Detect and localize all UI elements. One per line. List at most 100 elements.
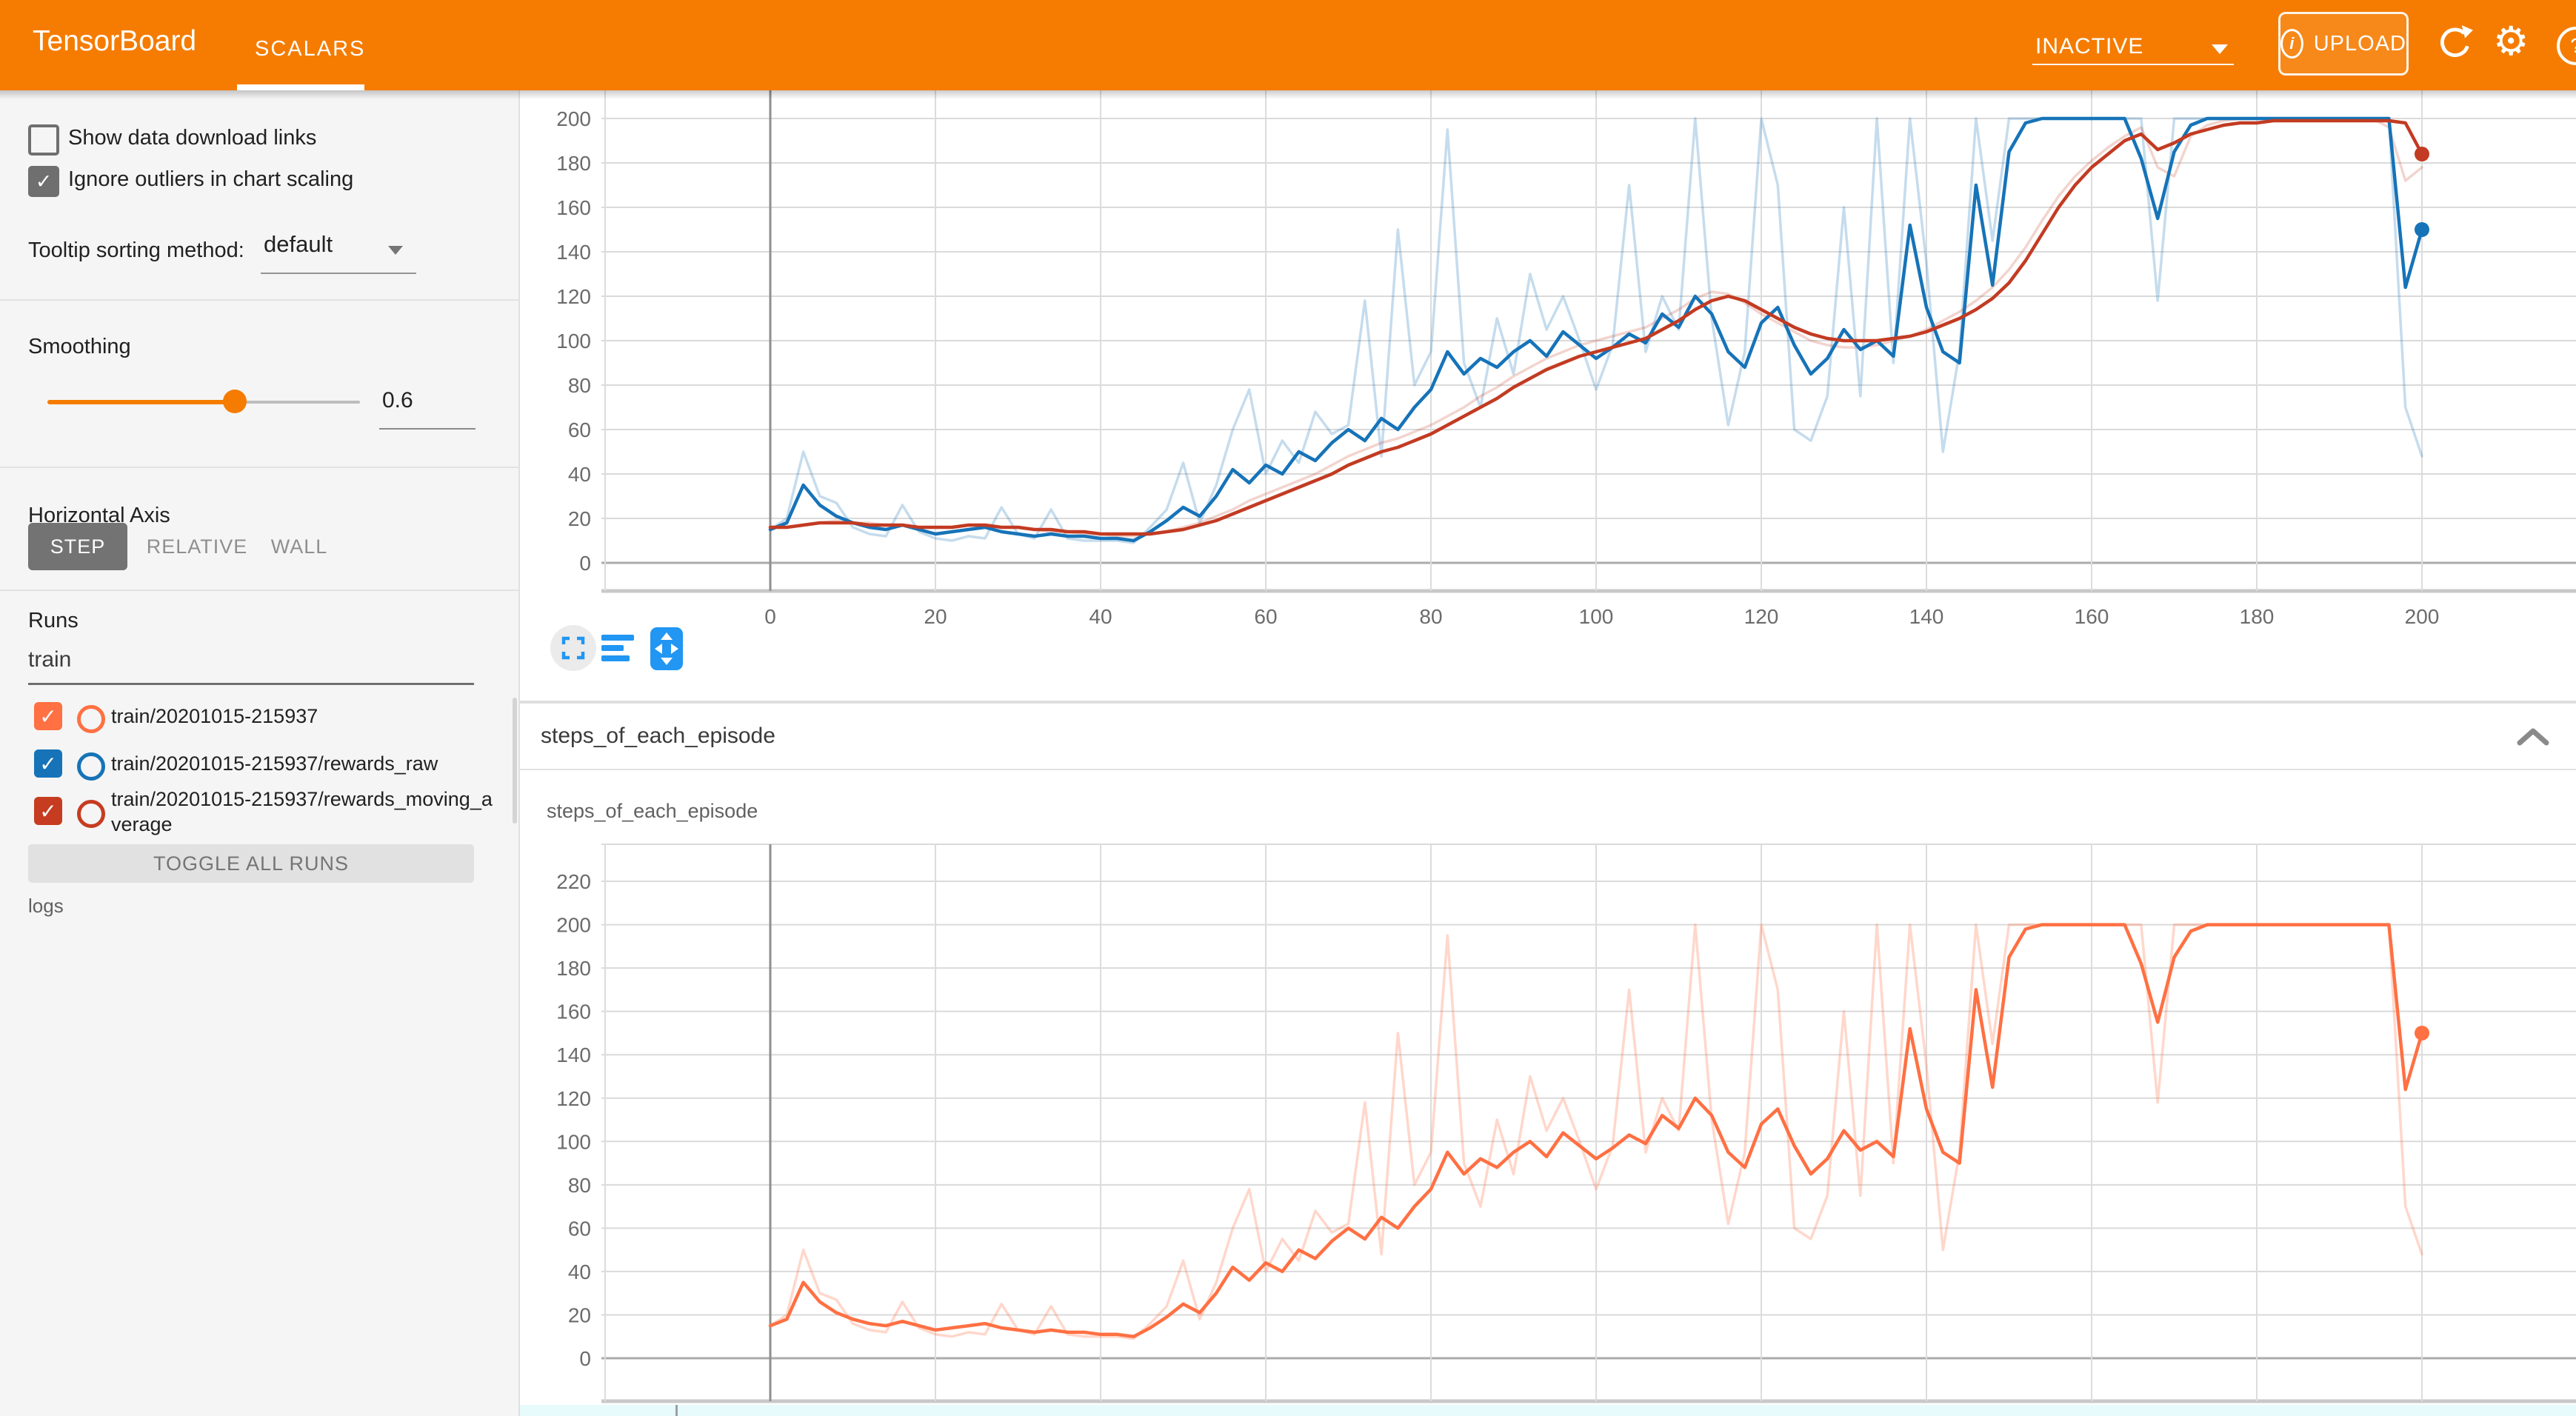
dropdown-caret-icon — [2212, 44, 2228, 54]
chevron-up-icon — [2517, 727, 2549, 746]
run-checkbox[interactable]: ✓ — [34, 749, 62, 778]
y-tick-label: 40 — [568, 463, 591, 486]
y-tick-label: 40 — [568, 1260, 591, 1283]
tooltip-sorting-label: Tooltip sorting method: — [28, 236, 244, 265]
settings-gear-icon[interactable]: ⚙ — [2493, 19, 2529, 64]
y-tick-label: 100 — [556, 1130, 591, 1153]
y-tick-label: 200 — [556, 914, 591, 937]
x-tick-label: 160 — [2075, 605, 2109, 628]
runs-label: Runs — [28, 606, 79, 635]
y-tick-label: 20 — [568, 1303, 591, 1326]
y-tick-label: 180 — [556, 957, 591, 980]
toggle-all-runs-button[interactable]: TOGGLE ALL RUNS — [28, 844, 474, 883]
x-tick-label: 200 — [2405, 605, 2440, 628]
dropdown-underline — [261, 273, 416, 274]
y-tick-label: 20 — [568, 507, 591, 530]
smoothing-label: Smoothing — [28, 332, 131, 361]
bars-icon — [601, 634, 635, 664]
status-underline — [2032, 64, 2234, 65]
run-label: train/20201015-215937/rewards_raw — [111, 751, 493, 776]
run-checkbox[interactable]: ✓ — [34, 797, 62, 825]
y-tick-label: 120 — [556, 285, 591, 308]
smoothing-value-underline — [379, 428, 476, 430]
y-tick-label: 0 — [579, 552, 591, 575]
x-tick-label: 140 — [1909, 605, 1944, 628]
sidebar-scrollbar[interactable] — [513, 698, 517, 824]
run-filter-input[interactable]: train — [28, 647, 71, 672]
chart-action-bars-button[interactable] — [601, 634, 635, 667]
info-icon: i — [2280, 29, 2303, 59]
divider — [0, 590, 518, 591]
app-title: TensorBoard — [33, 25, 196, 58]
smoothing-slider-thumb[interactable] — [223, 390, 247, 413]
tab-scalars[interactable]: SCALARS — [255, 37, 365, 61]
endpoint-dot — [2415, 1026, 2429, 1041]
y-tick-label: 140 — [556, 241, 591, 264]
y-tick-label: 100 — [556, 330, 591, 353]
axis-option-relative[interactable]: RELATIVE — [145, 523, 249, 570]
checkbox-label: Ignore outliers in chart scaling — [68, 164, 353, 194]
divider — [0, 467, 518, 468]
y-tick-label: 60 — [568, 1217, 591, 1240]
smoothing-value-input[interactable]: 0.6 — [382, 388, 413, 413]
x-tick-label: 80 — [1419, 605, 1442, 628]
run-color-radio[interactable] — [77, 752, 105, 781]
help-icon[interactable]: ? — [2557, 27, 2576, 65]
x-tick-label: 40 — [1089, 605, 1112, 628]
fullscreen-icon — [550, 625, 596, 671]
tensorboard-app: 0204060801001201401601802000204060801001… — [0, 0, 2576, 1416]
y-tick-label: 200 — [556, 107, 591, 130]
y-tick-label: 120 — [556, 1087, 591, 1110]
steps-of-each-episode-chart[interactable]: 0 20 40 60 80 100 120 140 160 180 200 220 — [518, 772, 2576, 1407]
y-tick-label: 160 — [556, 1001, 591, 1023]
scalars-chart-top[interactable]: 0 20 40 60 80 100 120 140 160 180 200 0 20 40 60 80 100 1… — [518, 80, 2576, 705]
y-tick-label: 140 — [556, 1043, 591, 1066]
y-tick-label: 220 — [556, 870, 591, 893]
x-tick-label: 180 — [2240, 605, 2275, 628]
section-header-border — [518, 769, 2576, 770]
x-tick-label: 120 — [1744, 605, 1779, 628]
tooltip-sorting-dropdown[interactable]: default — [264, 231, 333, 258]
x-tick-label: 0 — [764, 605, 776, 628]
endpoint-dot — [2415, 147, 2429, 161]
y-tick-label: 0 — [579, 1347, 591, 1370]
chart-action-expand-button[interactable] — [550, 625, 596, 671]
header-shadow — [0, 90, 2576, 99]
show-download-links-checkbox[interactable] — [28, 124, 59, 156]
x-tick-label: 60 — [1254, 605, 1277, 628]
refresh-button[interactable] — [2435, 24, 2474, 62]
section-header[interactable]: steps_of_each_episode — [518, 704, 2576, 769]
run-row[interactable]: ✓ train/20201015-215937/rewards_raw — [0, 749, 511, 788]
y-tick-label: 80 — [568, 374, 591, 397]
bottom-highlight-strip — [518, 1405, 2576, 1416]
run-label: train/20201015-215937/rewards_moving_ave… — [111, 787, 493, 837]
settings-sidebar: Show data download links ✓ Ignore outlie… — [0, 90, 520, 1416]
x-tick-label: 100 — [1579, 605, 1614, 628]
chart-card-title: steps_of_each_episode — [547, 800, 758, 823]
axis-option-wall[interactable]: WALL — [264, 523, 335, 570]
run-row[interactable]: ✓ train/20201015-215937 — [0, 702, 511, 741]
fit-data-icon — [649, 626, 684, 672]
chart-action-fit-button[interactable] — [649, 626, 684, 675]
upload-button[interactable]: i UPLOAD — [2278, 12, 2409, 76]
run-checkbox[interactable]: ✓ — [34, 702, 62, 730]
divider — [0, 299, 518, 301]
tab-underline — [237, 84, 364, 90]
y-tick-label: 160 — [556, 196, 591, 219]
collapse-section-button[interactable] — [2517, 727, 2549, 749]
endpoint-dot — [2415, 222, 2429, 237]
y-tick-label: 80 — [568, 1174, 591, 1197]
section-title: steps_of_each_episode — [541, 704, 775, 769]
ignore-outliers-checkbox[interactable]: ✓ — [28, 166, 59, 197]
run-label: train/20201015-215937 — [111, 704, 493, 729]
checkbox-label: Show data download links — [68, 123, 316, 153]
axis-option-step[interactable]: STEP — [28, 523, 127, 570]
run-color-radio[interactable] — [77, 705, 105, 733]
x-tick-label: 20 — [924, 605, 947, 628]
status-dropdown[interactable]: INACTIVE — [2035, 34, 2143, 59]
run-color-radio[interactable] — [77, 800, 105, 828]
bottom-strip-tick — [675, 1405, 678, 1416]
y-tick-label: 60 — [568, 418, 591, 441]
upload-button-label: UPLOAD — [2314, 32, 2406, 56]
app-header: TensorBoard SCALARS INACTIVE i UPLOAD ⚙ … — [0, 0, 2576, 90]
